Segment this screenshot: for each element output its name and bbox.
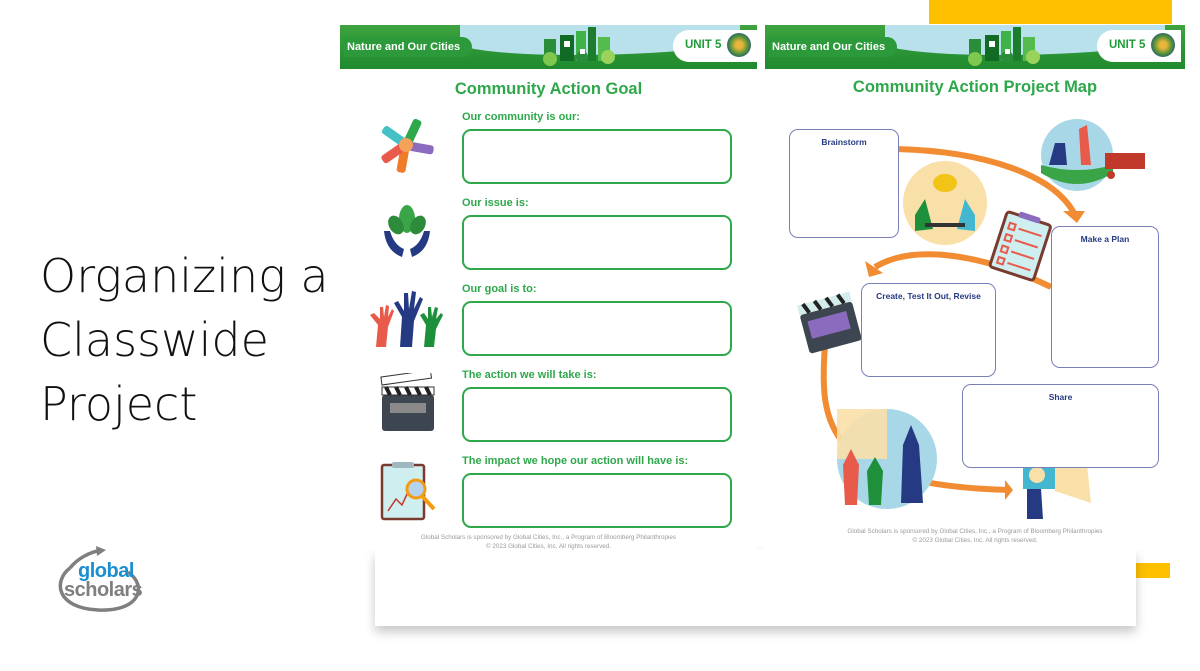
- sponsor-text: Global Scholars is sponsored by Global C…: [420, 534, 677, 541]
- logo-text-scholars: scholars: [64, 579, 143, 601]
- page-banner: Nature and Our Cities UNIT 5: [340, 25, 757, 69]
- unit-label: UNIT 5: [685, 39, 722, 51]
- arrow-head-icon: [1005, 480, 1013, 500]
- prompt-label: Our community is our:: [462, 111, 580, 123]
- arrow-head-icon: [1063, 211, 1085, 223]
- slide-title-line: Classwide: [40, 313, 269, 367]
- unit-emblem-icon: [727, 33, 751, 57]
- unit-badge: UNIT 5: [673, 30, 757, 62]
- gardening-illustration-icon: [1041, 119, 1145, 191]
- accent-bar-bottom: [1136, 563, 1170, 578]
- series-label: Nature and Our Cities: [344, 37, 473, 57]
- community-answer-field[interactable]: [462, 129, 732, 184]
- brainstorm-box[interactable]: Brainstorm: [789, 129, 899, 238]
- copyright-text: © 2023 Global Cities, Inc. All rights re…: [485, 543, 612, 550]
- make-a-plan-box[interactable]: Make a Plan: [1051, 226, 1159, 368]
- prompt-label: The impact we hope our action will have …: [462, 455, 689, 467]
- clapperboard-icon: [797, 291, 862, 354]
- sponsor-text: Global Scholars is sponsored by Global C…: [847, 528, 1103, 535]
- global-scholars-logo: global scholars: [48, 546, 152, 616]
- prompt-label: The action we will take is:: [462, 369, 597, 381]
- page-title: Community Action Goal: [454, 80, 643, 98]
- worksheet-project-map: Nature and Our Cities UNIT 5 Community A…: [765, 25, 1185, 550]
- clapperboard-icon: [380, 373, 435, 431]
- goal-answer-field[interactable]: [462, 301, 732, 356]
- prompt-label: Our goal is to:: [462, 283, 537, 295]
- prompt-label: Our issue is:: [462, 197, 529, 209]
- box-label: Brainstorm: [821, 137, 867, 147]
- impact-answer-field[interactable]: [462, 473, 732, 528]
- share-box[interactable]: Share: [962, 384, 1159, 468]
- copyright-text: © 2023 Global Cities, Inc. All rights re…: [912, 537, 1038, 544]
- action-answer-field[interactable]: [462, 387, 732, 442]
- issue-answer-field[interactable]: [462, 215, 732, 270]
- brainstorm-illustration-icon: [903, 161, 987, 245]
- joined-hands-icon: [381, 118, 434, 173]
- worksheet-community-action-goal: Nature and Our Cities UNIT 5 Community A…: [340, 25, 757, 550]
- hands-holding-leaves-icon: [384, 205, 430, 257]
- clipboard-magnifier-icon: [380, 462, 436, 521]
- document-shadow: [375, 550, 1136, 626]
- slide-title-line: Project: [40, 377, 198, 431]
- box-label: Share: [1048, 392, 1073, 402]
- accent-bar-top: [929, 0, 1172, 24]
- box-label: Make a Plan: [1080, 234, 1130, 244]
- slide-title: Organizing a Classwide Project: [40, 244, 340, 436]
- city-skyline-icon: [543, 27, 615, 66]
- sharing-illustration-icon: [837, 409, 937, 509]
- slide-title-line: Organizing a: [40, 249, 329, 303]
- box-label: Create, Test It Out, Revise: [876, 291, 981, 301]
- page-footer: Global Scholars is sponsored by Global C…: [340, 533, 757, 551]
- page-footer: Global Scholars is sponsored by Global C…: [765, 527, 1185, 545]
- create-test-revise-box[interactable]: Create, Test It Out, Revise: [861, 283, 996, 377]
- checklist-clipboard-icon: [988, 210, 1052, 282]
- raised-hands-icon: [370, 291, 443, 347]
